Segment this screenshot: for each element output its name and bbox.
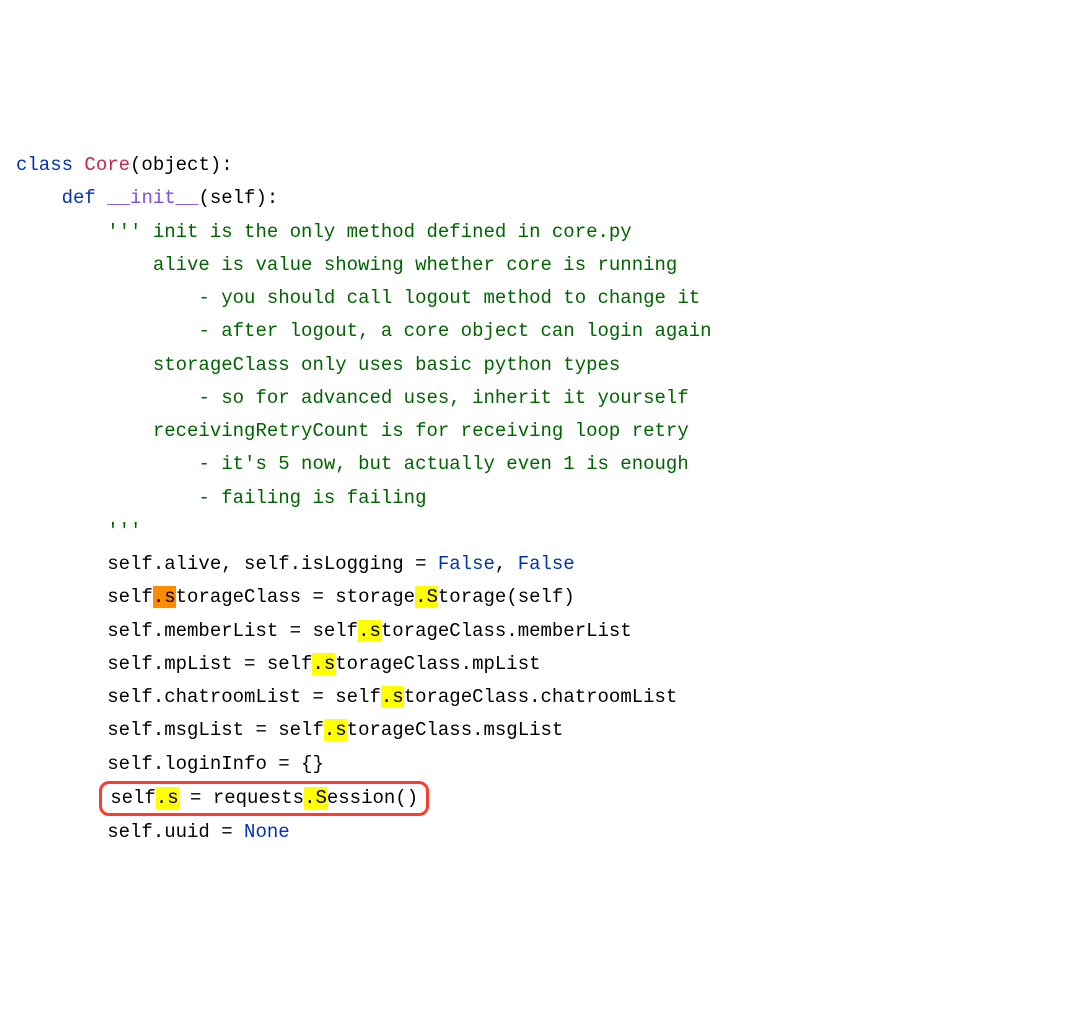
text: self.mpList = self bbox=[107, 653, 312, 675]
text: torageClass.mpList bbox=[335, 653, 540, 675]
docstring: - it's 5 now, but actually even 1 is eno… bbox=[198, 453, 688, 475]
docstring: ''' init is the only method defined in c… bbox=[107, 221, 632, 243]
text: (object): bbox=[130, 154, 233, 176]
text: torageClass.chatroomList bbox=[404, 686, 678, 708]
highlight-yellow: .s bbox=[381, 686, 404, 708]
indent bbox=[16, 420, 153, 442]
text: self.msgList = self bbox=[107, 719, 324, 741]
code-line: self.alive, self.isLogging = False, Fals… bbox=[16, 553, 575, 575]
code-line: self.memberList = self.storageClass.memb… bbox=[16, 620, 632, 642]
code-line: self.mpList = self.storageClass.mpList bbox=[16, 653, 541, 675]
text: self bbox=[110, 787, 156, 809]
constant-false: False bbox=[518, 553, 575, 575]
docstring: - after logout, a core object can login … bbox=[198, 320, 711, 342]
highlight-yellow: .S bbox=[304, 787, 327, 809]
indent bbox=[16, 686, 107, 708]
code-line: def __init__(self): bbox=[16, 187, 278, 209]
text: self bbox=[107, 586, 153, 608]
indent bbox=[16, 553, 107, 575]
code-block: class Core(object): def __init__(self): … bbox=[16, 149, 1064, 849]
indent bbox=[16, 254, 153, 276]
space bbox=[73, 154, 84, 176]
indent bbox=[16, 787, 107, 809]
code-line: - failing is failing bbox=[16, 487, 426, 509]
indent bbox=[16, 354, 153, 376]
highlight-yellow: .s bbox=[156, 787, 179, 809]
indent bbox=[16, 221, 107, 243]
code-line: self.msgList = self.storageClass.msgList bbox=[16, 719, 563, 741]
indent bbox=[16, 586, 107, 608]
indent bbox=[16, 387, 198, 409]
indent bbox=[16, 753, 107, 775]
highlight-yellow: .S bbox=[415, 586, 438, 608]
code-line: - after logout, a core object can login … bbox=[16, 320, 712, 342]
highlight-orange: .s bbox=[153, 586, 176, 608]
keyword-def: def bbox=[62, 187, 96, 209]
text: self.alive, self.isLogging = bbox=[107, 553, 438, 575]
code-line: self.chatroomList = self.storageClass.ch… bbox=[16, 686, 677, 708]
text: self.uuid = bbox=[107, 821, 244, 843]
indent bbox=[16, 487, 198, 509]
text: self.loginInfo = {} bbox=[107, 753, 324, 775]
text: , bbox=[495, 553, 518, 575]
code-line: self.s = requests.Session() bbox=[16, 787, 429, 809]
code-line: ''' bbox=[16, 520, 141, 542]
indent bbox=[16, 287, 198, 309]
code-line: receivingRetryCount is for receiving loo… bbox=[16, 420, 689, 442]
function-name: __init__ bbox=[107, 187, 198, 209]
docstring: - failing is failing bbox=[198, 487, 426, 509]
docstring: storageClass only uses basic python type… bbox=[153, 354, 620, 376]
docstring-close: ''' bbox=[107, 520, 141, 542]
code-line: storageClass only uses basic python type… bbox=[16, 354, 620, 376]
indent bbox=[16, 320, 198, 342]
docstring: - so for advanced uses, inherit it yours… bbox=[198, 387, 688, 409]
text: torageClass.msgList bbox=[347, 719, 564, 741]
code-line: - so for advanced uses, inherit it yours… bbox=[16, 387, 689, 409]
highlight-yellow: .s bbox=[358, 620, 381, 642]
docstring: alive is value showing whether core is r… bbox=[153, 254, 678, 276]
keyword-class: class bbox=[16, 154, 73, 176]
constant-none: None bbox=[244, 821, 290, 843]
code-line: - you should call logout method to chang… bbox=[16, 287, 700, 309]
highlight-yellow: .s bbox=[312, 653, 335, 675]
code-line: alive is value showing whether core is r… bbox=[16, 254, 677, 276]
indent bbox=[16, 520, 107, 542]
docstring: - you should call logout method to chang… bbox=[198, 287, 700, 309]
text: (self): bbox=[198, 187, 278, 209]
indent bbox=[16, 821, 107, 843]
class-name: Core bbox=[84, 154, 130, 176]
indent bbox=[16, 453, 198, 475]
code-line: - it's 5 now, but actually even 1 is eno… bbox=[16, 453, 689, 475]
text: torageClass = storage bbox=[176, 586, 415, 608]
highlighted-box: self.s = requests.Session() bbox=[99, 781, 429, 816]
text: = requests bbox=[179, 787, 304, 809]
docstring: receivingRetryCount is for receiving loo… bbox=[153, 420, 689, 442]
code-line: ''' init is the only method defined in c… bbox=[16, 221, 632, 243]
code-line: self.storageClass = storage.Storage(self… bbox=[16, 586, 575, 608]
indent bbox=[16, 719, 107, 741]
text: torageClass.memberList bbox=[381, 620, 632, 642]
text: ession() bbox=[327, 787, 418, 809]
highlight-yellow: .s bbox=[324, 719, 347, 741]
indent bbox=[16, 187, 62, 209]
space bbox=[96, 187, 107, 209]
text: self.chatroomList = self bbox=[107, 686, 381, 708]
text: self.memberList = self bbox=[107, 620, 358, 642]
indent bbox=[16, 653, 107, 675]
code-line: self.loginInfo = {} bbox=[16, 753, 324, 775]
text: torage(self) bbox=[438, 586, 575, 608]
constant-false: False bbox=[438, 553, 495, 575]
code-line: self.uuid = None bbox=[16, 821, 290, 843]
code-line: class Core(object): bbox=[16, 154, 233, 176]
indent bbox=[16, 620, 107, 642]
